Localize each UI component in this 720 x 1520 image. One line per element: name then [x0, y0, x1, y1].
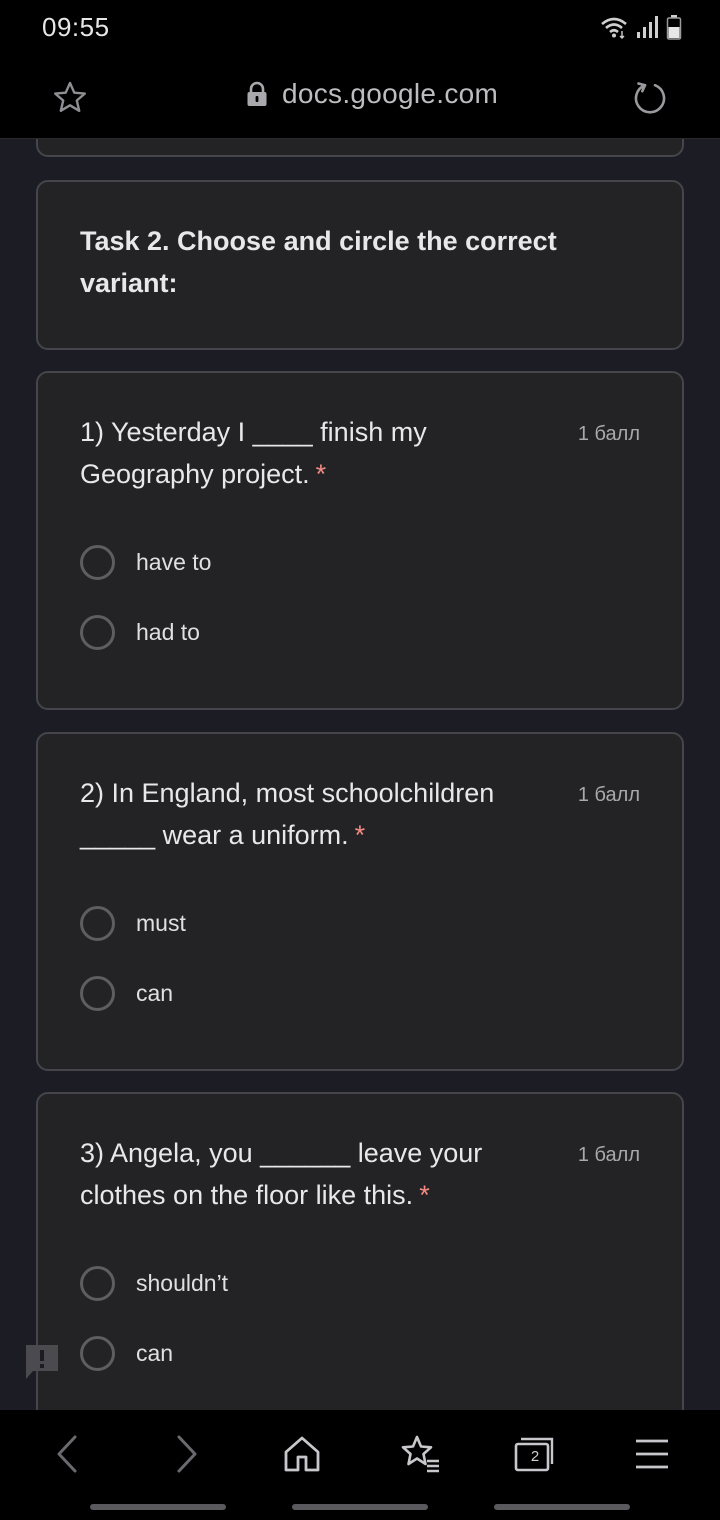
- required-asterisk: *: [354, 820, 366, 850]
- bookmarks-icon: [401, 1435, 439, 1473]
- status-icons: [600, 14, 682, 40]
- previous-card: [36, 139, 684, 157]
- question-card: 3) Angela, you ______ leave your clothes…: [36, 1092, 684, 1410]
- option-shouldnt[interactable]: shouldn’t: [80, 1263, 228, 1303]
- radio-button[interactable]: [80, 975, 115, 1011]
- home-button[interactable]: [280, 1432, 324, 1476]
- question-points: 1 балл: [577, 1144, 640, 1166]
- status-time: 09:55: [42, 12, 110, 42]
- question-card: 1) Yesterday I ____ finish my Geography …: [36, 371, 684, 710]
- url-field[interactable]: docs.google.com: [246, 78, 498, 110]
- browser-bottom-nav: 2: [0, 1410, 720, 1520]
- back-button[interactable]: [46, 1432, 90, 1476]
- required-asterisk: *: [315, 459, 327, 489]
- bookmarks-button[interactable]: [398, 1432, 442, 1476]
- back-icon: [57, 1435, 77, 1473]
- option-label: had to: [136, 618, 200, 645]
- gesture-bar-right[interactable]: [494, 1504, 630, 1510]
- question-text: 1) Yesterday I ____ finish my Geography …: [80, 417, 427, 489]
- reload-icon[interactable]: [630, 78, 670, 118]
- star-icon[interactable]: [52, 80, 88, 116]
- option-must[interactable]: must: [80, 903, 186, 943]
- option-label: shouldn’t: [136, 1269, 229, 1296]
- option-had-to[interactable]: had to: [80, 612, 200, 652]
- tabs-button[interactable]: 2: [512, 1432, 556, 1476]
- radio-button[interactable]: [80, 544, 115, 580]
- forward-icon: [177, 1435, 197, 1473]
- home-icon: [284, 1436, 320, 1472]
- tabs-icon: 2: [513, 1436, 555, 1472]
- section-title: Task 2. Choose and circle the correct va…: [80, 226, 557, 298]
- address-bar: docs.google.com: [0, 56, 720, 139]
- feedback-icon[interactable]: [24, 1343, 60, 1383]
- option-label: can: [136, 1339, 174, 1366]
- section-title-card: Task 2. Choose and circle the correct va…: [36, 180, 684, 350]
- required-asterisk: *: [419, 1180, 430, 1210]
- forward-button[interactable]: [164, 1432, 208, 1476]
- option-label: have to: [136, 548, 212, 575]
- wifi-icon: [601, 17, 627, 39]
- radio-button[interactable]: [80, 1265, 115, 1301]
- gesture-bar-left[interactable]: [90, 1504, 226, 1510]
- signal-icon: [637, 16, 658, 38]
- lock-icon: [247, 81, 267, 106]
- form-content[interactable]: Task 2. Choose and circle the correct va…: [0, 139, 720, 1410]
- radio-button[interactable]: [80, 614, 115, 650]
- battery-icon: [666, 15, 682, 40]
- radio-button[interactable]: [80, 1335, 115, 1371]
- status-bar: 09:55: [0, 0, 720, 56]
- question-text: 3) Angela, you ______ leave your clothes…: [80, 1138, 483, 1210]
- tab-count: 2: [530, 1447, 540, 1465]
- option-label: can: [136, 979, 174, 1006]
- question-points: 1 балл: [577, 784, 640, 806]
- url-text: docs.google.com: [282, 78, 499, 109]
- question-points: 1 балл: [577, 423, 640, 445]
- menu-button[interactable]: [630, 1432, 674, 1476]
- radio-button[interactable]: [80, 905, 115, 941]
- gesture-bar-center[interactable]: [292, 1504, 428, 1510]
- option-can[interactable]: can: [80, 973, 173, 1013]
- question-card: 2) In England, most schoolchildren _____…: [36, 732, 684, 1071]
- option-can[interactable]: can: [80, 1333, 173, 1373]
- menu-icon: [636, 1439, 668, 1469]
- question-text: 2) In England, most schoolchildren _____…: [80, 778, 495, 850]
- option-have-to[interactable]: have to: [80, 542, 211, 582]
- option-label: must: [136, 909, 186, 936]
